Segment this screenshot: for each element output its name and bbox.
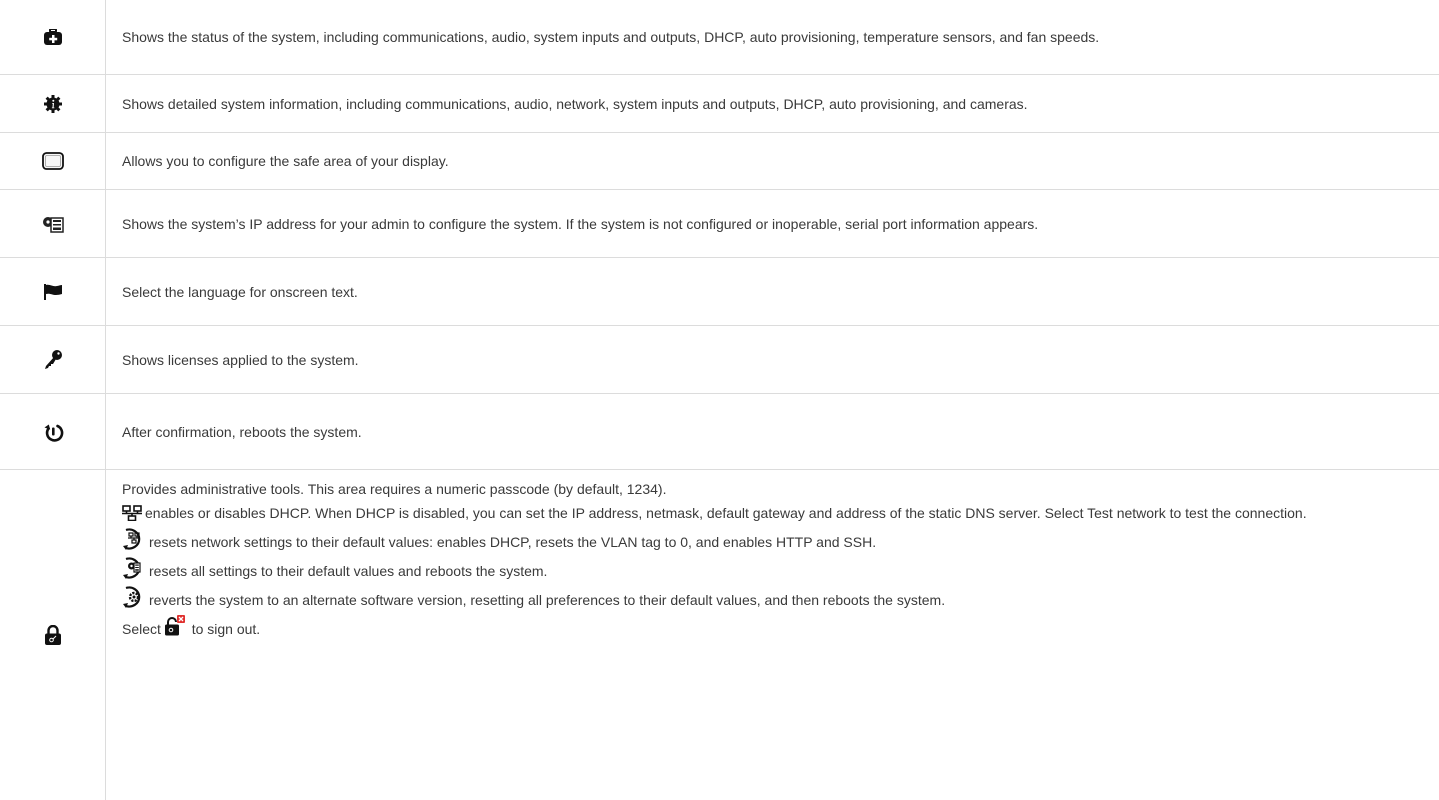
admin-description: Provides administrative tools. This area… <box>122 480 1409 644</box>
revert-text: reverts the system to an alternate softw… <box>149 592 946 608</box>
table-row-display: Allows you to configure the safe area of… <box>0 133 1439 190</box>
signout-before-text: Select <box>122 621 161 637</box>
row-text: Shows the status of the system, includin… <box>122 29 1100 45</box>
row-text: Shows licenses applied to the system. <box>122 351 359 368</box>
table-row-reboot: After confirmation, reboots the system. <box>0 394 1439 470</box>
network-reset-icon <box>122 528 146 550</box>
factory-reset-icon <box>122 557 146 579</box>
first-aid-kit-icon <box>43 29 62 45</box>
signout-after-text: to sign out. <box>191 621 261 637</box>
table-row-ip: Shows the system’s IP address for your a… <box>0 190 1439 258</box>
revert-software-icon <box>122 586 146 608</box>
table-row-info: Shows detailed system information, inclu… <box>0 75 1439 133</box>
lock-icon <box>44 625 61 645</box>
table-row-status: Shows the status of the system, includin… <box>0 0 1439 75</box>
system-ip-icon <box>42 215 64 233</box>
factory-reset-text: resets all settings to their default val… <box>149 563 548 579</box>
row-text: Shows the system’s IP address for your a… <box>122 215 1039 232</box>
network-dhcp-icon <box>122 505 142 521</box>
flag-icon <box>43 283 62 300</box>
admin-intro: Provides administrative tools. This area… <box>122 481 667 497</box>
row-text: After confirmation, reboots the system. <box>122 423 362 440</box>
reboot-icon <box>42 421 64 443</box>
table-row-admin: Provides administrative tools. This area… <box>0 470 1439 800</box>
row-text: Allows you to configure the safe area of… <box>122 153 449 169</box>
network-reset-text: resets network settings to their default… <box>149 534 877 550</box>
features-table: Shows the status of the system, includin… <box>0 0 1439 800</box>
sign-out-icon <box>164 615 185 637</box>
display-icon <box>41 152 64 170</box>
table-row-language: Select the language for onscreen text. <box>0 258 1439 326</box>
info-gear-icon <box>43 94 62 113</box>
key-icon <box>44 349 62 370</box>
row-text: Select the language for onscreen text. <box>122 283 358 300</box>
row-text: Shows detailed system information, inclu… <box>122 95 1028 112</box>
table-row-licenses: Shows licenses applied to the system. <box>0 326 1439 394</box>
dhcp-text: enables or disables DHCP. When DHCP is d… <box>145 505 1307 521</box>
